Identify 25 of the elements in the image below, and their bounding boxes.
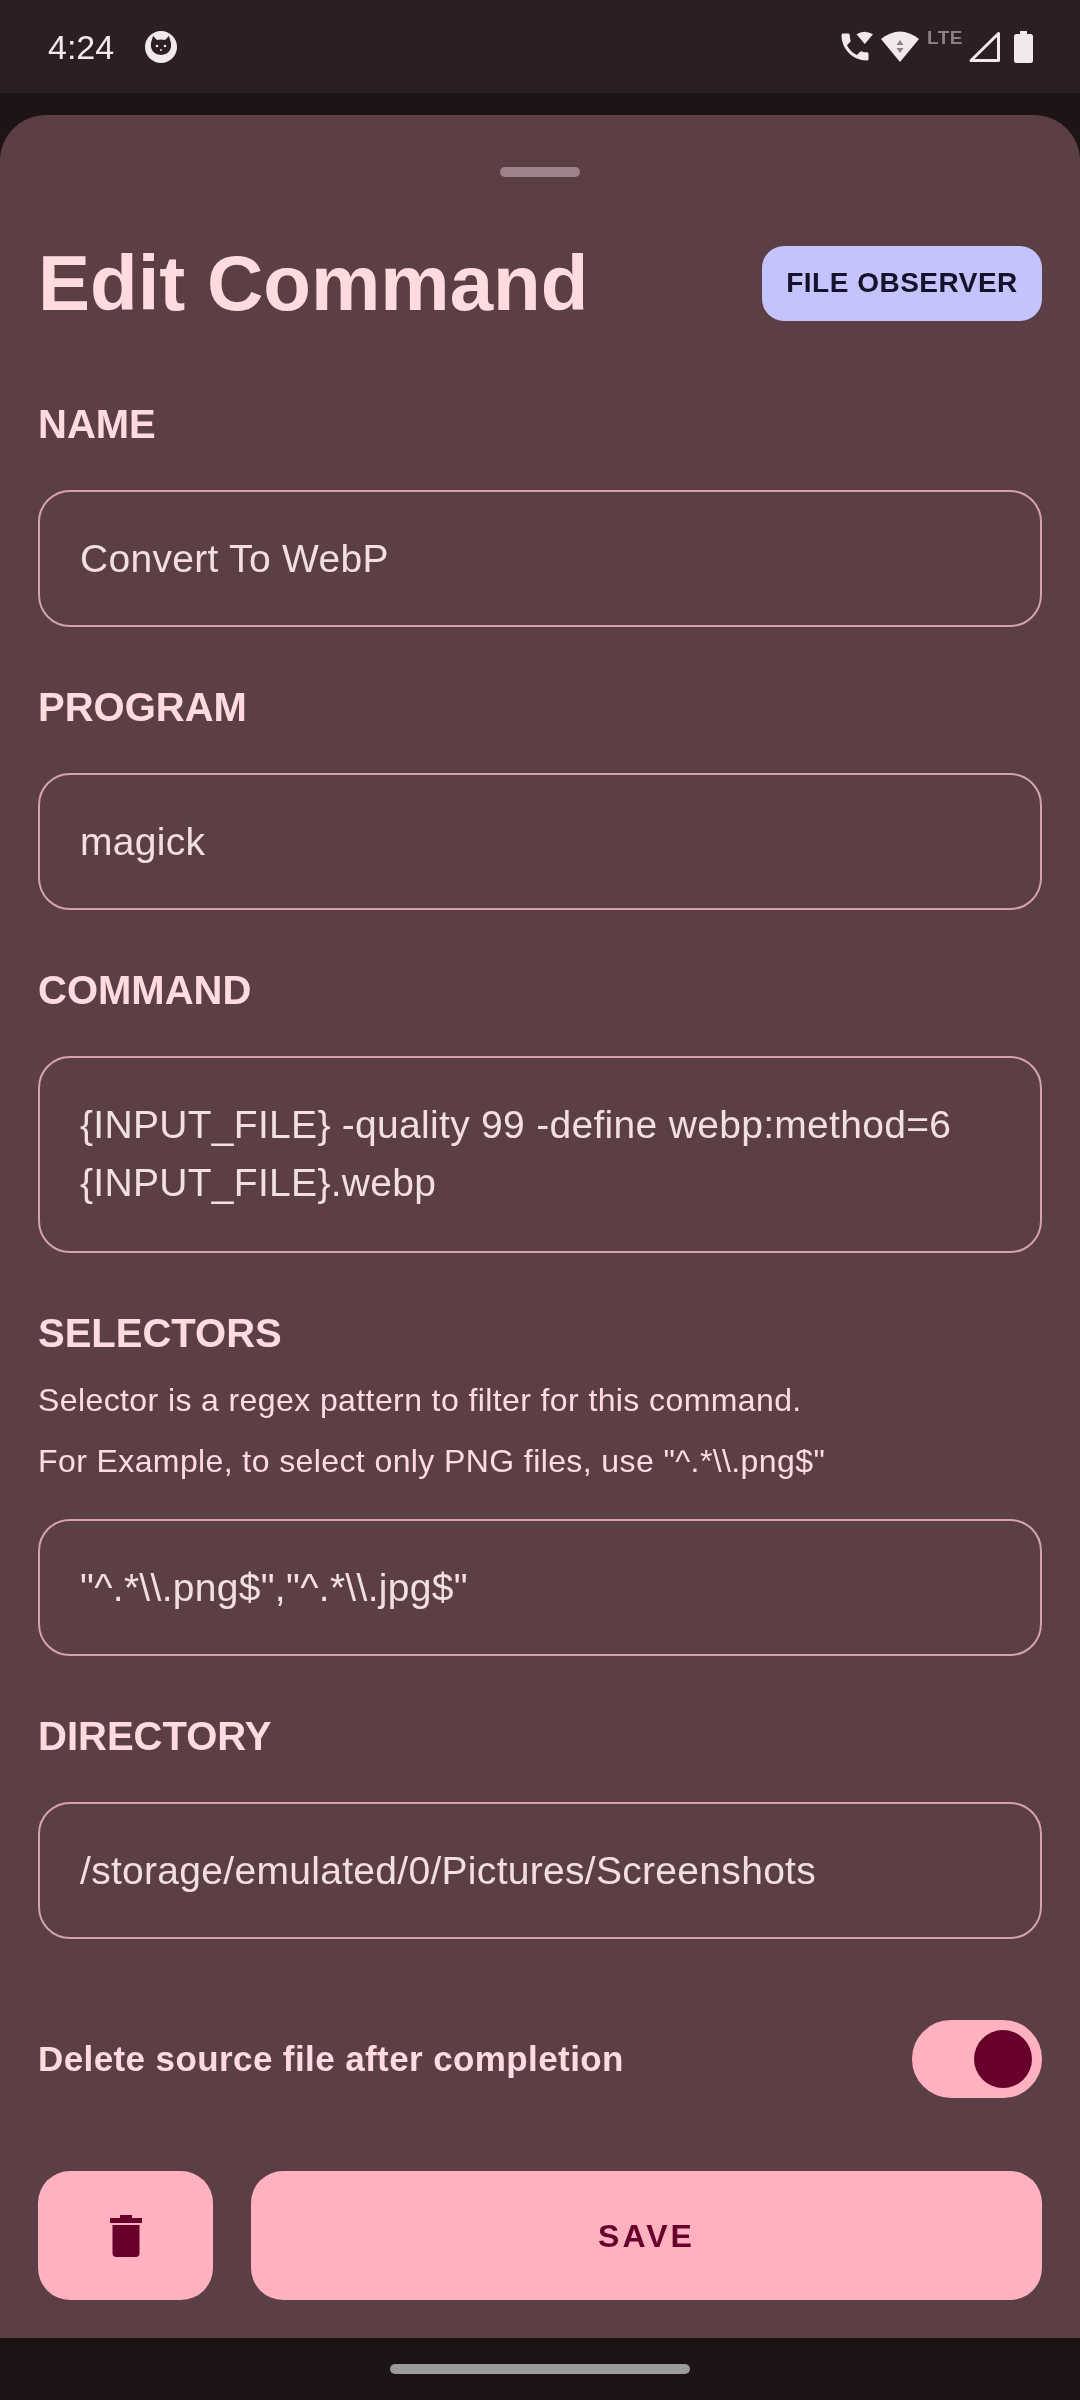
- sheet-title: Edit Command: [38, 238, 589, 328]
- multiline-input-field[interactable]: {INPUT_FILE} -quality 99 -define webp:method=6 {INPUT_FILE}.webp: [38, 1056, 1042, 1253]
- input-field[interactable]: "^.*\\.png$","^.*\\.jpg$": [38, 1519, 1042, 1656]
- field-label: COMMAND: [38, 967, 253, 1014]
- wifi-icon: [881, 31, 919, 62]
- field-label: DIRECTORY: [38, 1713, 273, 1760]
- network-type-label: LTE: [927, 28, 963, 48]
- drag-handle[interactable]: [500, 167, 580, 177]
- delete-button[interactable]: [38, 2171, 213, 2300]
- input-field[interactable]: magick: [38, 773, 1042, 910]
- input-field[interactable]: Convert To WebP: [38, 490, 1042, 627]
- field-label: NAME: [38, 401, 157, 448]
- field-label: SELECTORS: [38, 1310, 283, 1357]
- signal-icon: [969, 31, 1000, 62]
- trash-icon: [109, 2214, 142, 2257]
- input-field[interactable]: /storage/emulated/0/Pictures/Screenshots: [38, 1802, 1042, 1939]
- clock-time: 4:24: [48, 26, 115, 67]
- cat-face-icon: [144, 29, 179, 64]
- battery-icon: [1014, 30, 1033, 63]
- help-text: For Example, to select only PNG files, use "^.*\\.png$": [38, 1442, 827, 1481]
- toggle-label: Delete source file after completion: [38, 2037, 624, 2080]
- help-text: Selector is a regex pattern to filter for this command.: [38, 1381, 803, 1420]
- save-button[interactable]: SAVE: [251, 2171, 1042, 2300]
- field-label: PROGRAM: [38, 684, 248, 731]
- mode-button[interactable]: FILE OBSERVER: [762, 245, 1042, 321]
